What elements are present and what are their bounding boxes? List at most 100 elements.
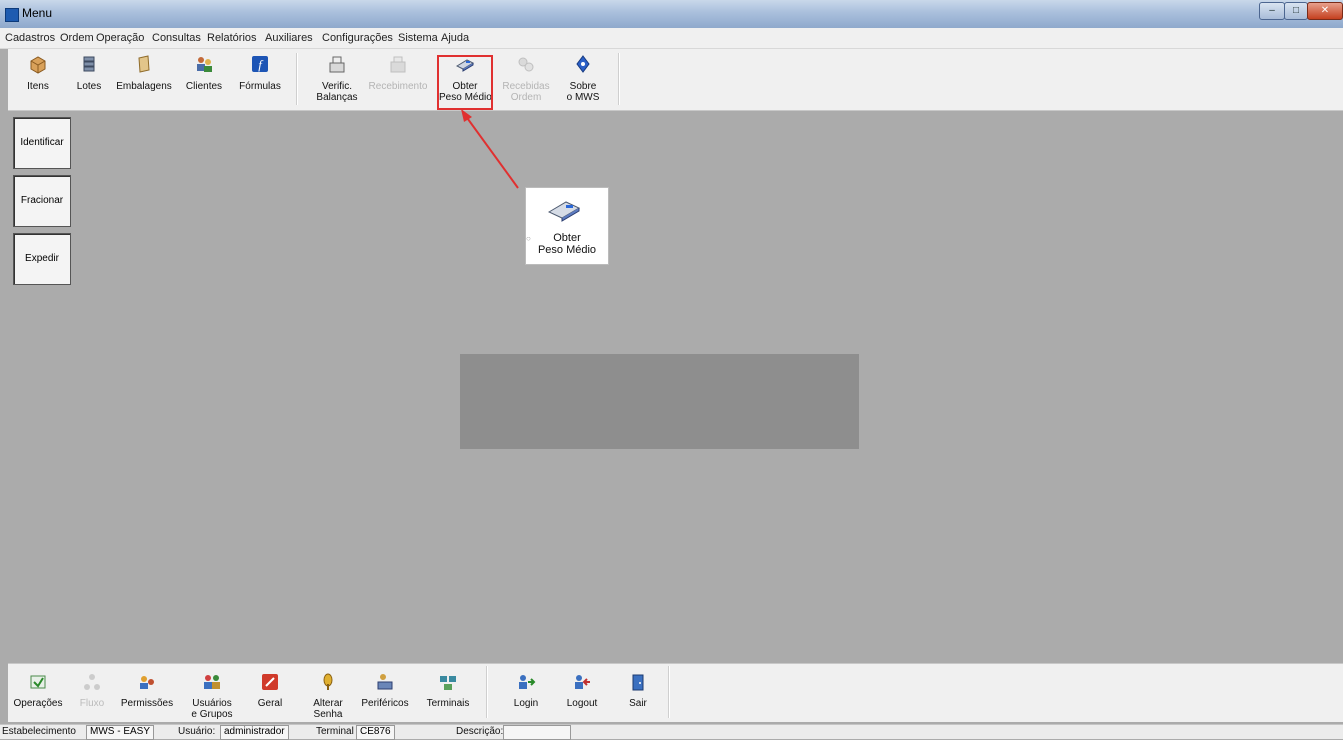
menu-configuracoes[interactable]: Configurações: [322, 32, 393, 44]
box-icon: [30, 56, 46, 74]
toolbar-separator: [486, 666, 488, 718]
itens-label: Itens: [27, 81, 49, 92]
highlight-box: [437, 55, 493, 110]
establishment-label: Estabelecimento: [2, 726, 76, 737]
general-settings-icon: [262, 674, 278, 690]
itens-button[interactable]: Itens: [14, 51, 62, 107]
operacoes-button[interactable]: Operações: [12, 668, 64, 720]
maximize-button[interactable]: □: [1284, 2, 1308, 20]
formulas-label: Fórmulas: [239, 81, 281, 92]
permissoes-button[interactable]: Permissões: [118, 668, 176, 720]
flow-icon: [84, 674, 100, 690]
lotes-button[interactable]: Lotes: [66, 51, 112, 107]
permissions-icon: [140, 676, 154, 689]
zoomed-button-callout: ○ Obter Peso Médio: [525, 187, 609, 265]
menu-ajuda[interactable]: Ajuda: [441, 32, 469, 44]
menu-relatorios[interactable]: Relatórios: [207, 32, 257, 44]
info-icon: [576, 55, 590, 73]
bottom-toolbar: Operações Fluxo Permissões Usuários e Gru…: [8, 663, 1343, 722]
title-bar: Menu – □ ✕: [0, 0, 1343, 29]
perifericos-button[interactable]: Periféricos: [356, 668, 414, 720]
formula-icon: f: [252, 56, 268, 72]
verificar-label-1: Verific.: [321, 81, 352, 92]
menu-bar: Cadastros Ordem Operação Consultas Relat…: [0, 28, 1343, 49]
fluxo-label: Fluxo: [79, 698, 105, 709]
toolbar-separator: [296, 53, 298, 105]
terminais-button[interactable]: Terminais: [422, 668, 474, 720]
terminais-label: Terminais: [426, 698, 470, 709]
login-button[interactable]: Login: [504, 668, 548, 720]
identificar-button[interactable]: Identificar: [13, 117, 71, 169]
package-icon: [138, 55, 150, 73]
exit-door-icon: [632, 674, 644, 691]
menu-cadastros[interactable]: Cadastros: [5, 32, 55, 44]
usuarios-grupos-button[interactable]: Usuários e Grupos: [184, 668, 240, 720]
popup-label-1: Obter: [553, 232, 581, 244]
close-button[interactable]: ✕: [1307, 2, 1343, 20]
clientes-label: Clientes: [185, 81, 223, 92]
minimize-button[interactable]: –: [1259, 2, 1285, 20]
login-label: Login: [513, 698, 539, 709]
embalagens-label: Embalagens: [116, 81, 172, 92]
peripherals-icon: [377, 674, 393, 690]
weigh-device-icon: [547, 201, 581, 222]
geral-label: Geral: [257, 698, 283, 709]
recebidas-ordem-button[interactable]: Recebidas Ordem: [500, 51, 552, 107]
user-label: Usuário:: [178, 726, 216, 737]
alterar-senha-button[interactable]: Alterar Senha: [304, 668, 352, 720]
terminal-label: Terminal: [316, 726, 354, 737]
description-label: Descrição:: [456, 726, 504, 737]
lotes-label: Lotes: [76, 81, 102, 92]
perifericos-label: Periféricos: [361, 698, 409, 709]
menu-auxiliares[interactable]: Auxiliares: [265, 32, 313, 44]
key-icon: [323, 673, 333, 690]
users-group-icon: [204, 675, 220, 689]
geral-button[interactable]: Geral: [246, 668, 294, 720]
menu-ordem[interactable]: Ordem: [60, 32, 94, 44]
logout-button[interactable]: Logout: [560, 668, 604, 720]
window-title: Menu: [22, 6, 53, 20]
recebimento-label: Recebimento: [368, 81, 428, 92]
verificar-balancas-button[interactable]: Verific. Balanças: [312, 51, 362, 107]
clientes-button[interactable]: Clientes: [178, 51, 230, 107]
annotation-arrow: [461, 109, 519, 189]
app-icon: [5, 8, 19, 22]
menu-consultas[interactable]: Consultas: [152, 32, 201, 44]
sobre-label-1: Sobre: [569, 81, 597, 92]
sair-label: Sair: [629, 698, 647, 709]
recebimento-button[interactable]: Recebimento: [368, 51, 428, 107]
formulas-button[interactable]: f Fórmulas: [234, 51, 286, 107]
expedir-button[interactable]: Expedir: [13, 233, 71, 285]
usuarios-label-2: e Grupos: [191, 709, 233, 720]
permissoes-label: Permissões: [120, 698, 174, 709]
operations-icon: [30, 675, 46, 689]
recebidas-label-2: Ordem: [510, 92, 542, 103]
stack-icon: [83, 56, 95, 72]
terminals-icon: [440, 676, 456, 690]
usuarios-label-1: Usuários: [192, 698, 232, 709]
status-bar: Estabelecimento MWS - EASY Usuário: admi…: [0, 724, 1343, 740]
sobre-mws-button[interactable]: Sobre o MWS: [558, 51, 608, 107]
logout-label: Logout: [566, 698, 598, 709]
logout-icon: [575, 675, 590, 689]
embalagens-button[interactable]: Embalagens: [114, 51, 174, 107]
operacoes-label: Operações: [13, 698, 63, 709]
toolbar-separator: [618, 53, 620, 105]
gears-icon: [518, 57, 534, 72]
popup-label-2: Peso Médio: [537, 244, 597, 256]
alterar-label-2: Senha: [313, 709, 343, 720]
verificar-label-2: Balanças: [316, 92, 358, 103]
sobre-label-2: o MWS: [566, 92, 600, 103]
alterar-label-1: Alterar: [313, 698, 343, 709]
fluxo-button[interactable]: Fluxo: [70, 668, 114, 720]
sair-button[interactable]: Sair: [618, 668, 658, 720]
main-toolbar: Itens Lotes Embalagens Clientes f Fórmul…: [8, 49, 1343, 111]
fracionar-button[interactable]: Fracionar: [13, 175, 71, 227]
scale-icon: [329, 56, 345, 73]
content-placeholder: [460, 354, 859, 449]
toolbar-separator: [668, 666, 670, 718]
menu-sistema[interactable]: Sistema: [398, 32, 438, 44]
receive-icon: [390, 56, 406, 73]
clients-icon: [197, 57, 212, 72]
menu-operacao[interactable]: Operação: [96, 32, 144, 44]
